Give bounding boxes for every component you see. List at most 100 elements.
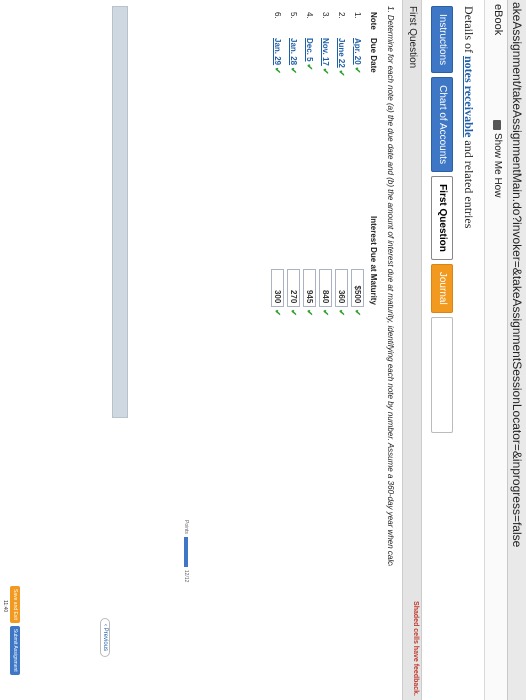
points-progress: Points 12/12 — [183, 520, 190, 610]
points-count: 12/12 — [183, 569, 190, 583]
footer-buttons: Save and Exit Submit Assignment — [10, 586, 20, 675]
show-me-how-label: Show Me How — [492, 133, 503, 198]
interest-input[interactable]: 270 — [287, 269, 301, 308]
check-icon: ✔ — [273, 67, 283, 74]
due-date-cell: Jan. 29✔ — [270, 34, 286, 84]
previous-button[interactable]: ‹ Previous — [100, 618, 110, 658]
tab-chart-of-accounts[interactable]: Chart of Accounts — [431, 77, 453, 173]
submit-assignment-button[interactable]: Submit Assignment — [10, 625, 20, 675]
header-spacer — [366, 84, 378, 212]
spacer-cell — [286, 84, 302, 212]
address-bar[interactable]: akeAssignment/takeAssignmentMain.do?invo… — [507, 0, 526, 700]
question-text: 1. Determine for each note (a) the due d… — [386, 6, 395, 566]
spacer-cell — [270, 84, 286, 212]
check-icon: ✔ — [305, 309, 315, 316]
interest-cell: 945 ✔ — [302, 212, 318, 320]
table-row: 4. Dec. 5✔ 945✔ — [302, 8, 318, 320]
show-me-how-button[interactable]: Show Me How — [492, 120, 503, 197]
interest-cell: 270 ✔ — [286, 212, 302, 320]
page-title: Details of notes receivable and related … — [461, 6, 476, 228]
note-number: 3. — [321, 12, 331, 19]
due-date-cell: Apr. 20✔ — [350, 34, 366, 84]
due-date-value: June 22 — [337, 38, 347, 68]
tab-journal[interactable]: Journal — [431, 263, 453, 313]
header-due-date: Due Date — [369, 38, 378, 73]
interest-input[interactable]: 360 — [335, 269, 349, 308]
due-date-input[interactable]: Apr. 20✔ — [352, 38, 364, 78]
interest-cell: 300 ✔ — [270, 212, 286, 320]
interest-input[interactable]: 300 — [271, 269, 285, 308]
spacer-cell — [302, 84, 318, 212]
interest-input[interactable]: $500 — [351, 269, 365, 308]
note-number: 2. — [337, 12, 347, 19]
interest-value: $500 — [353, 285, 363, 304]
due-date-input[interactable]: Dec. 5✔ — [304, 38, 316, 78]
points-track — [184, 536, 189, 567]
tab-instructions[interactable]: Instructions — [431, 6, 453, 74]
due-date-cell: June 22✔ — [334, 34, 350, 84]
check-icon: ✔ — [289, 67, 299, 74]
notes-receivable-link[interactable]: notes receivable — [462, 56, 476, 137]
table-row: 5. Jan. 28✔ 270✔ — [286, 8, 302, 320]
spacer-cell — [318, 84, 334, 212]
interest-value: 360 — [337, 289, 347, 304]
header-interest: Interest Due at Maturity — [369, 216, 378, 305]
interest-input[interactable]: 945 — [303, 269, 317, 308]
notes-table: Note Due Date Interest Due at Maturity 1… — [270, 8, 378, 320]
due-date-value: Apr. 20 — [353, 38, 363, 65]
spacer-cell — [334, 84, 350, 212]
due-date-input[interactable]: Nov. 17✔ — [320, 38, 332, 78]
due-date-cell: Nov. 17✔ — [318, 34, 334, 84]
due-date-input[interactable]: June 22✔ — [336, 38, 348, 78]
tab-first-question[interactable]: First Question — [431, 176, 453, 260]
interest-cell: 840 ✔ — [318, 212, 334, 320]
due-date-cell: Jan. 28✔ — [286, 34, 302, 84]
system-tray: 11:40 — [2, 600, 8, 613]
table-header-row: Note Due Date Interest Due at Maturity — [366, 8, 378, 320]
interest-input[interactable]: 840 — [319, 269, 333, 308]
check-icon: ✔ — [353, 66, 363, 74]
chevron-left-icon: ‹ — [102, 624, 108, 626]
due-date-value: Jan. 29 — [273, 38, 283, 66]
note-number: 4. — [305, 12, 315, 19]
due-date-value: Jan. 28 — [289, 38, 299, 66]
header-note: Note — [369, 12, 378, 30]
section-header: First Question Shaded cells have feedbac… — [402, 0, 422, 700]
check-icon: ✔ — [289, 309, 299, 316]
previous-label: Previous — [102, 627, 108, 652]
interest-cell: 360 ✔ — [334, 212, 350, 320]
section-title: First Question — [407, 6, 418, 69]
interest-cell: $500 ✔ — [350, 212, 366, 320]
title-prefix: Details of — [462, 6, 476, 56]
due-date-value: Dec. 5 — [305, 38, 315, 62]
table-row: 1. Apr. 20✔ $500✔ — [350, 8, 366, 320]
horizontal-scrollbar[interactable] — [112, 6, 128, 418]
interest-value: 945 — [305, 289, 315, 304]
interest-value: 840 — [321, 289, 331, 304]
check-icon: ✔ — [321, 67, 331, 75]
points-fill — [184, 536, 189, 567]
note-number: 5. — [289, 12, 299, 19]
due-date-input[interactable]: Jan. 28✔ — [288, 38, 300, 78]
due-date-input[interactable]: Jan. 29✔ — [272, 38, 284, 78]
check-icon: ✔ — [321, 309, 331, 316]
table-row: 6. Jan. 29✔ 300✔ — [270, 8, 286, 320]
top-toolbar: eBook Show Me How — [484, 0, 507, 700]
tab-empty[interactable] — [431, 316, 453, 433]
interest-value: 270 — [289, 289, 299, 304]
note-number: 6. — [273, 12, 283, 19]
save-and-exit-button[interactable]: Save and Exit — [10, 586, 20, 623]
table-row: 3. Nov. 17✔ 840✔ — [318, 8, 334, 320]
interest-value: 300 — [273, 289, 283, 304]
check-icon: ✔ — [353, 309, 363, 316]
feedback-hint: Shaded cells have feedback. — [412, 601, 419, 696]
title-suffix: and related entries — [462, 137, 476, 229]
screen: akeAssignment/takeAssignmentMain.do?invo… — [0, 0, 526, 700]
video-icon — [493, 120, 502, 130]
due-date-value: Nov. 17 — [321, 38, 331, 66]
check-icon: ✔ — [305, 63, 315, 71]
spacer-cell — [350, 84, 366, 212]
check-icon: ✔ — [273, 309, 283, 316]
ebook-link[interactable]: eBook — [492, 4, 504, 35]
table-row: 2. June 22✔ 360✔ — [334, 8, 350, 320]
